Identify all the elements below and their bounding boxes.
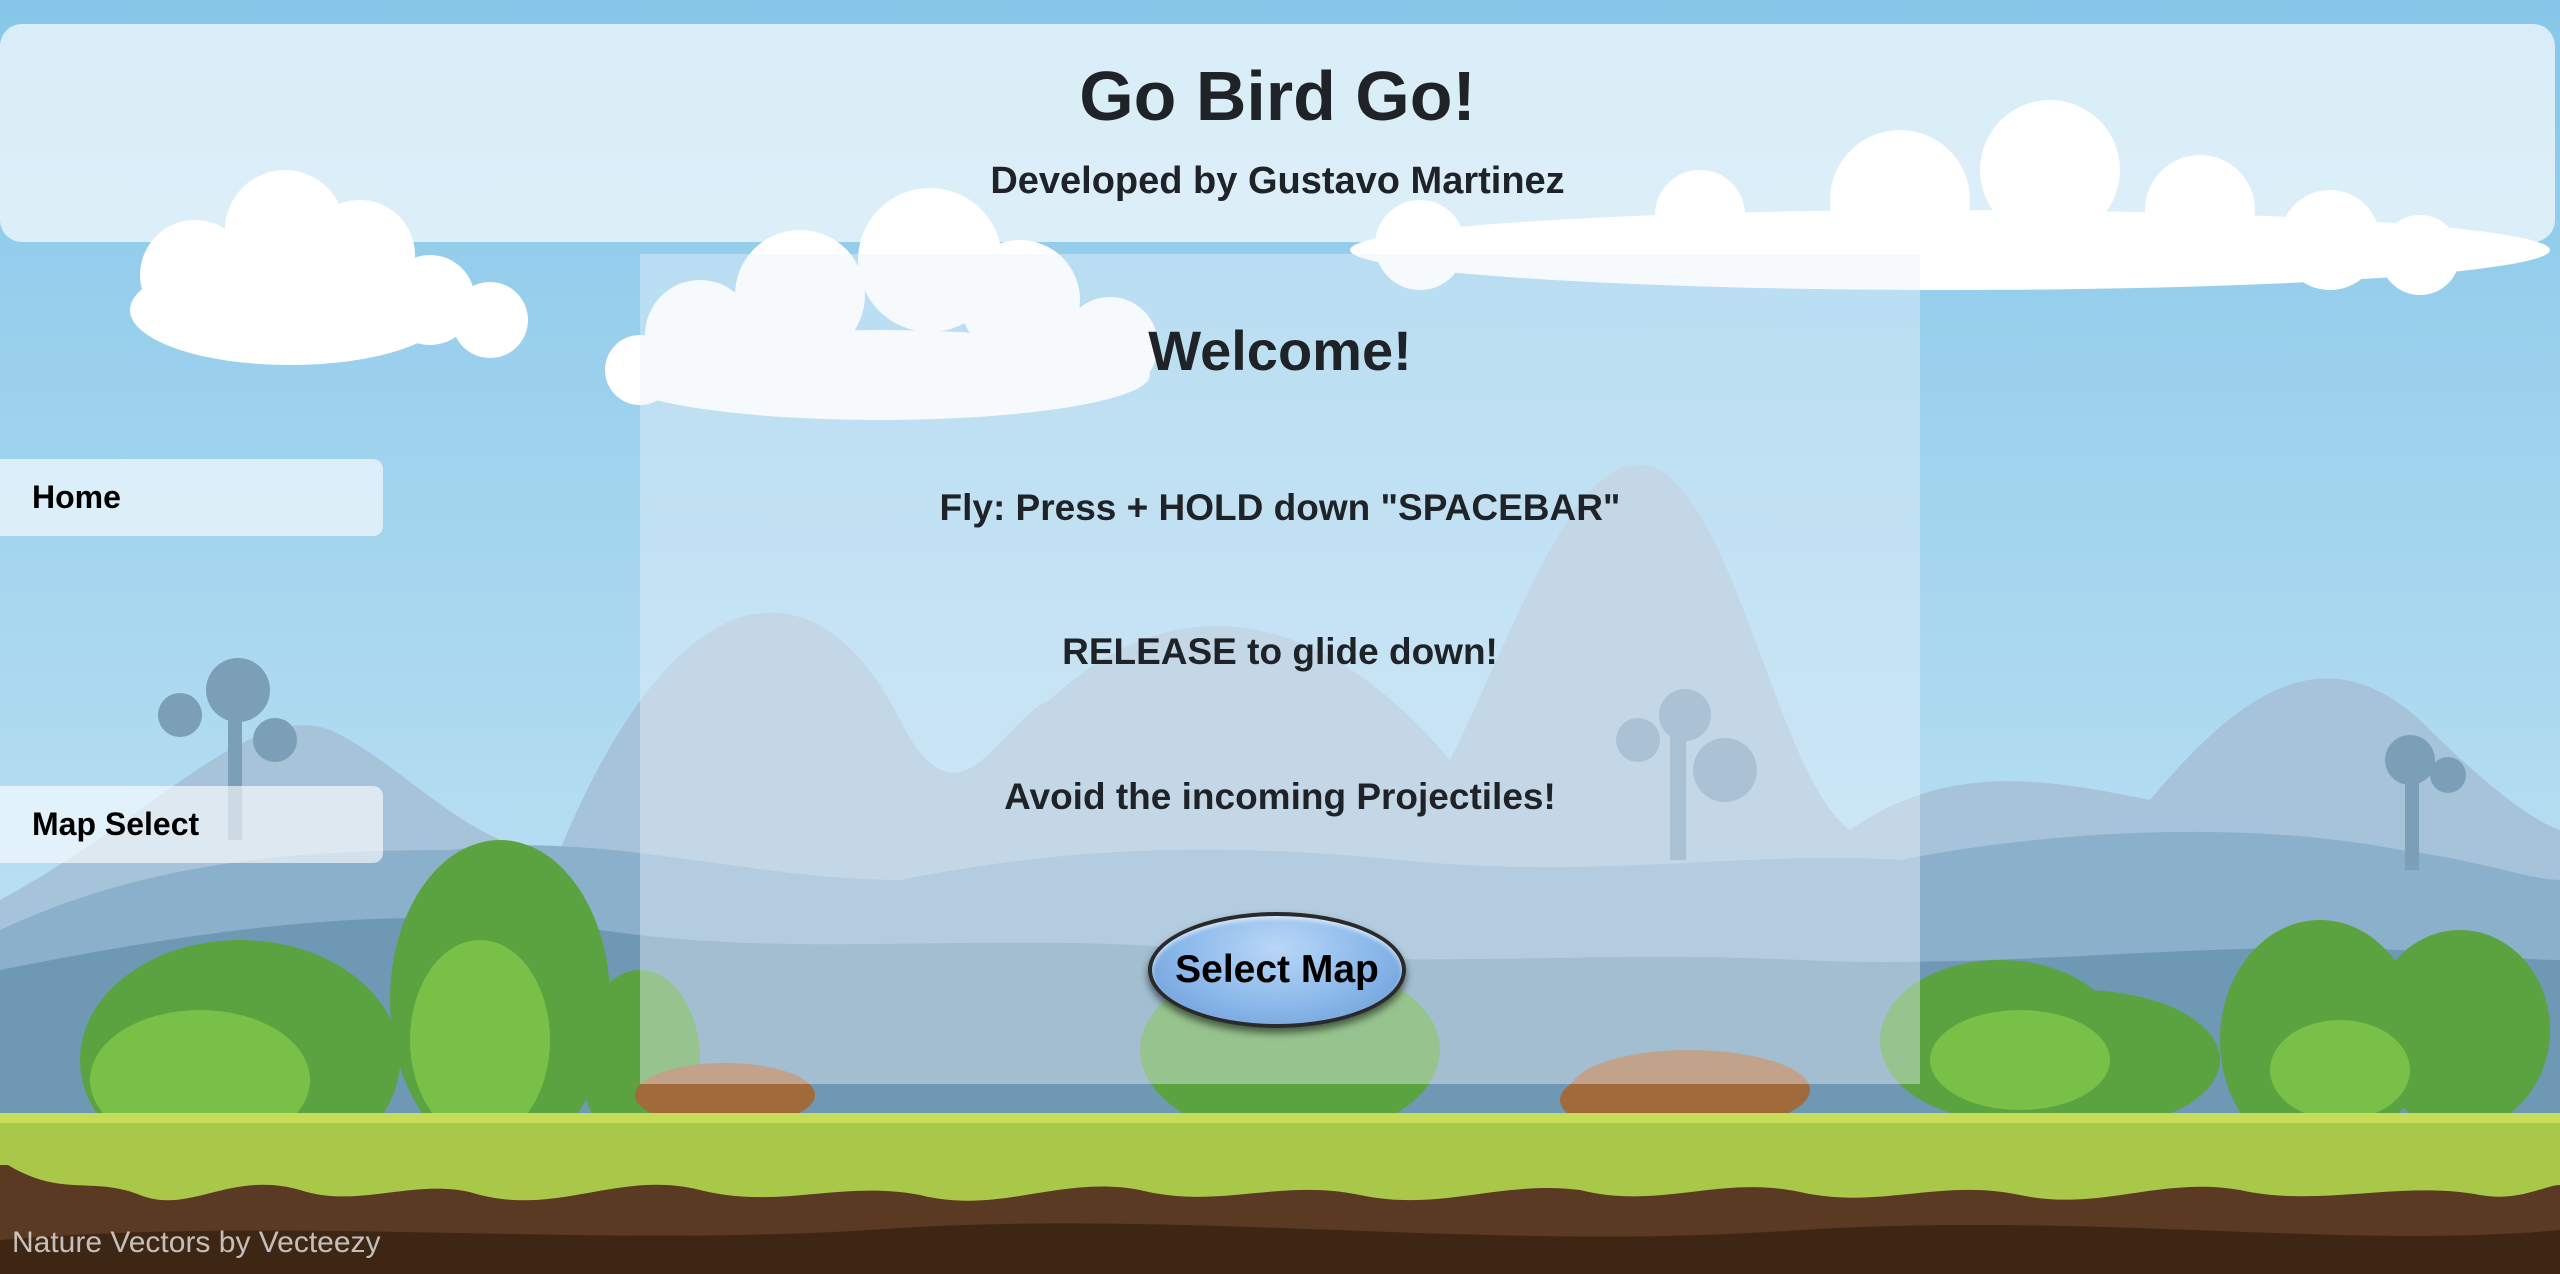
header-banner: Go Bird Go! Developed by Gustavo Martine… xyxy=(0,24,2555,242)
sidebar-item-map-select[interactable]: Map Select xyxy=(0,786,383,863)
select-map-button[interactable]: Select Map xyxy=(1148,912,1406,1028)
game-title: Go Bird Go! xyxy=(1079,57,1476,135)
attribution-text: Nature Vectors by Vecteezy xyxy=(12,1226,381,1259)
welcome-heading: Welcome! xyxy=(1148,319,1412,382)
instruction-release: RELEASE to glide down! xyxy=(1062,631,1498,672)
sidebar-item-home[interactable]: Home xyxy=(0,459,383,536)
sidebar-item-label: Map Select xyxy=(32,806,200,842)
instruction-avoid: Avoid the incoming Projectiles! xyxy=(1004,776,1556,817)
select-map-label: Select Map xyxy=(1175,948,1379,991)
instruction-fly: Fly: Press + HOLD down "SPACEBAR" xyxy=(939,487,1621,528)
sidebar-item-label: Home xyxy=(32,479,121,515)
developer-credit: Developed by Gustavo Martinez xyxy=(990,160,1565,202)
